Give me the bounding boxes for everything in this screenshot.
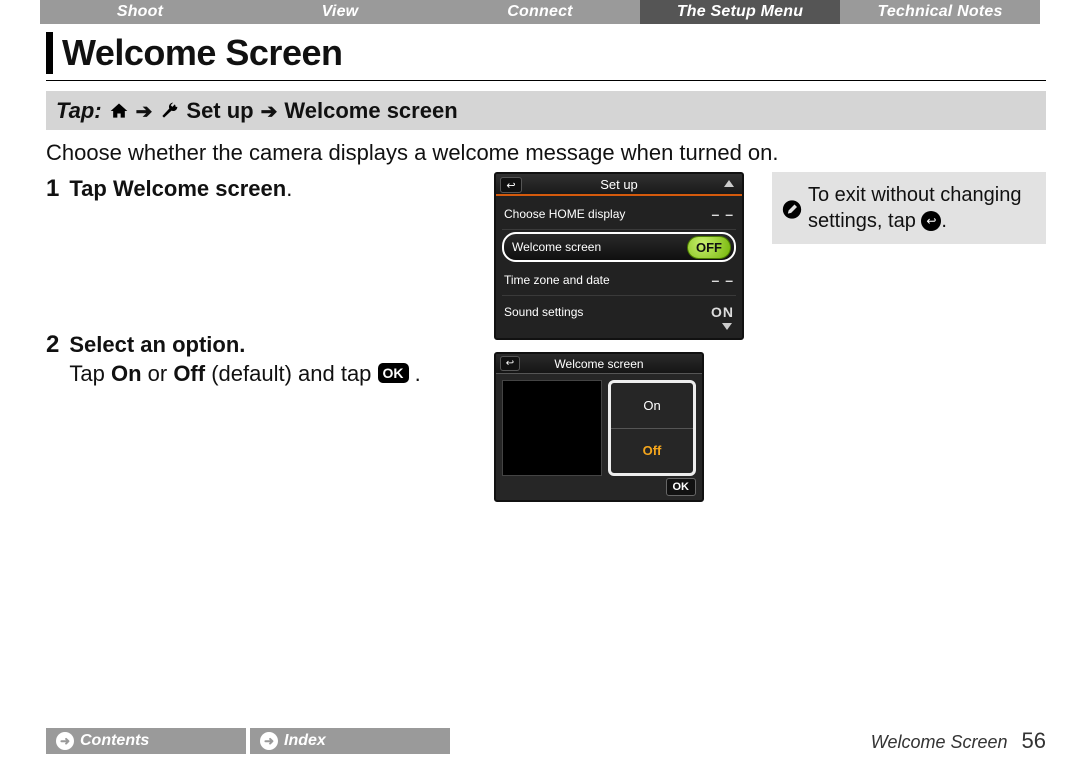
footer: ➜ Contents ➜ Index Welcome Screen 56	[0, 728, 1080, 754]
wrench-icon	[159, 101, 179, 121]
exit-note: To exit without changing settings, tap ↩…	[772, 172, 1046, 244]
footer-index-button[interactable]: ➜ Index	[250, 728, 450, 754]
menu-row-welcome-screen[interactable]: Welcome screen OFF	[502, 232, 736, 262]
camera-back-button[interactable]: ↩	[500, 356, 520, 371]
welcome-options: On Off	[608, 380, 696, 476]
menu-row-label: Welcome screen	[512, 240, 601, 254]
menu-row-sound[interactable]: Sound settings ON	[502, 296, 736, 328]
menu-row-value: OFF	[687, 236, 731, 259]
camera-screen-setup: ↩ Set up Choose HOME display – – Welcome…	[494, 172, 744, 340]
step-1-text-a: Tap	[69, 176, 113, 201]
arrow-icon: ➔	[261, 99, 278, 124]
page-number: 56	[1022, 728, 1046, 754]
page-title-wrap: Welcome Screen	[46, 32, 1046, 74]
scroll-down-icon[interactable]	[722, 323, 732, 330]
tab-shoot[interactable]: Shoot	[40, 0, 240, 24]
step-2-on: On	[111, 361, 142, 386]
intro-text: Choose whether the camera displays a wel…	[46, 140, 1046, 166]
scroll-up-icon[interactable]	[724, 180, 734, 187]
tab-view[interactable]: View	[240, 0, 440, 24]
step-2-number: 2	[46, 330, 59, 388]
arrow-right-icon: ➜	[260, 732, 278, 750]
menu-row-timezone[interactable]: Time zone and date – –	[502, 264, 736, 296]
page-title: Welcome Screen	[62, 32, 1046, 74]
tap-label: Tap:	[56, 98, 102, 124]
top-tabs: Shoot View Connect The Setup Menu Techni…	[0, 0, 1080, 24]
title-rule	[46, 80, 1046, 81]
menu-row-value: ON	[711, 304, 734, 320]
note-line2a: settings, tap	[808, 210, 921, 232]
menu-row-value: – –	[712, 206, 734, 222]
step-2-a: Tap	[69, 361, 111, 386]
menu-row-value: – –	[712, 272, 734, 288]
step-2: 2 Select an option. Tap On or Off (defau…	[46, 330, 476, 388]
home-icon	[109, 101, 129, 121]
tab-technical-notes[interactable]: Technical Notes	[840, 0, 1040, 24]
arrow-icon: ➔	[136, 99, 153, 124]
ok-button[interactable]: OK	[666, 478, 697, 496]
note-line2b: .	[941, 210, 947, 232]
arrow-right-icon: ➜	[56, 732, 74, 750]
step-2-c: (default) and tap	[205, 361, 377, 386]
step-2-d: .	[409, 361, 421, 386]
footer-section: Welcome Screen	[871, 732, 1008, 753]
footer-index-label: Index	[284, 732, 326, 750]
step-1: 1 Tap Welcome screen.	[46, 174, 476, 204]
step-2-title: Select an option.	[69, 330, 420, 360]
tab-setup-menu[interactable]: The Setup Menu	[640, 0, 840, 24]
ok-icon: OK	[378, 363, 409, 383]
camera-screen-welcome: ↩ Welcome screen On Off OK	[494, 352, 704, 502]
option-off[interactable]: Off	[611, 429, 693, 474]
step-1-title: Tap Welcome screen.	[69, 174, 292, 204]
option-on[interactable]: On	[611, 383, 693, 429]
camera-back-button[interactable]: ↩	[500, 177, 522, 193]
menu-row-label: Time zone and date	[504, 273, 610, 287]
step-1-text-b: Welcome screen	[113, 176, 286, 201]
step-2-off: Off	[173, 361, 205, 386]
step-2-b: or	[142, 361, 174, 386]
menu-row-home-display[interactable]: Choose HOME display – –	[502, 198, 736, 230]
tab-connect[interactable]: Connect	[440, 0, 640, 24]
step-1-number: 1	[46, 174, 59, 204]
note-line1: To exit without changing	[808, 184, 1021, 206]
menu-row-label: Choose HOME display	[504, 207, 625, 221]
menu-row-label: Sound settings	[504, 305, 583, 319]
breadcrumb-welcome: Welcome screen	[284, 98, 457, 124]
welcome-preview	[502, 380, 602, 476]
footer-contents-button[interactable]: ➜ Contents	[46, 728, 246, 754]
step-1-text-c: .	[286, 176, 292, 201]
camera-title: Welcome screen	[554, 357, 643, 371]
pencil-icon	[782, 185, 802, 234]
breadcrumb-setup: Set up	[186, 98, 253, 124]
step-2-body: Tap On or Off (default) and tap OK .	[69, 360, 420, 388]
camera-title: Set up	[600, 177, 638, 192]
back-icon: ↩	[921, 211, 941, 231]
breadcrumb-path: Tap: ➔ Set up ➔ Welcome screen	[46, 91, 1046, 130]
footer-contents-label: Contents	[80, 732, 149, 750]
